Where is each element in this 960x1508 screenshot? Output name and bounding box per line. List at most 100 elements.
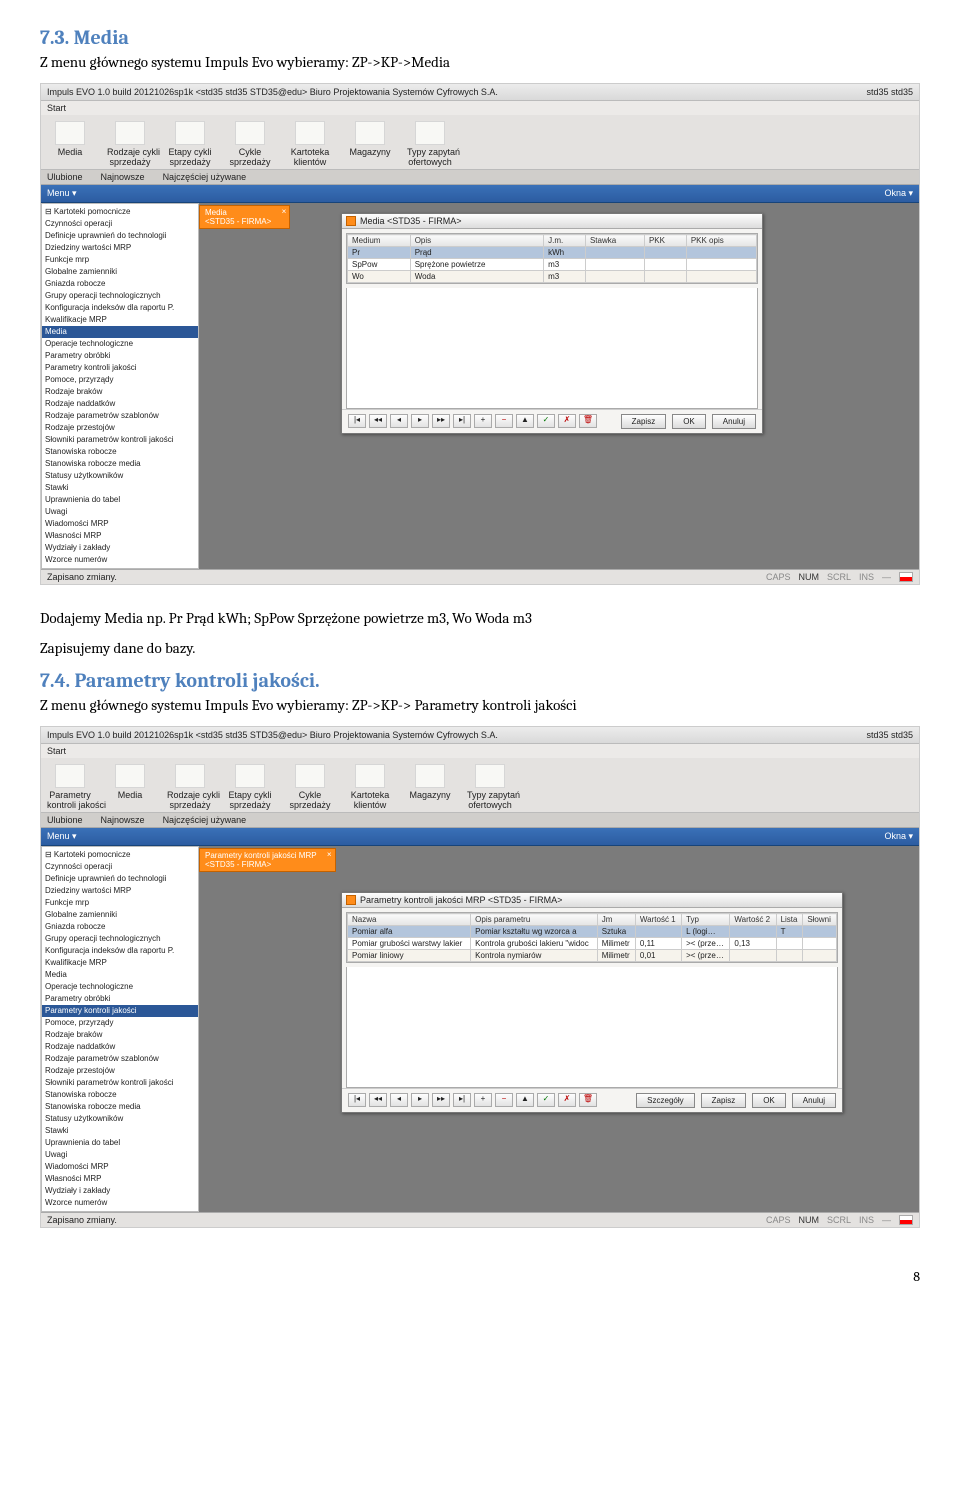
tree-item[interactable]: Rodzaje braków <box>42 1029 198 1041</box>
tree-item[interactable]: Uprawnienia do tabel <box>42 494 198 506</box>
subbar-recent[interactable]: Najnowsze <box>101 815 145 825</box>
tree-item[interactable]: Czynności operacji <box>42 218 198 230</box>
grid-cell[interactable]: Kontrola nymiarów <box>471 950 598 962</box>
subbar-most[interactable]: Najczęściej używane <box>163 815 247 825</box>
subbar-recent[interactable]: Najnowsze <box>101 172 145 182</box>
grid-cell[interactable]: Pomiar kształtu wg wzorca a <box>471 926 598 938</box>
tree-item[interactable]: Uprawnienia do tabel <box>42 1137 198 1149</box>
grid-cell[interactable] <box>803 938 837 950</box>
grid-cell[interactable]: Prąd <box>410 247 543 259</box>
tree-item[interactable]: Kwalifikacje MRP <box>42 957 198 969</box>
grid-column-header[interactable]: Wartość 1 <box>635 914 681 926</box>
grid-cell[interactable]: Sprężone powietrze <box>410 259 543 271</box>
anuluj-button[interactable]: Anuluj <box>712 414 756 429</box>
tree-item[interactable]: Pomoce, przyrządy <box>42 1017 198 1029</box>
grid-cell[interactable]: Milimetr <box>597 950 635 962</box>
grid-cell[interactable] <box>585 259 644 271</box>
grid-cell[interactable] <box>776 950 803 962</box>
grid-cell[interactable] <box>730 950 776 962</box>
record-navigator[interactable]: |◂◂◂◂▸▸▸▸| +−▲ ✓✗🗑 <box>348 1093 597 1108</box>
tree-item[interactable]: Wiadomości MRP <box>42 1161 198 1173</box>
tree-item[interactable]: Parametry kontroli jakości <box>42 362 198 374</box>
tree-item[interactable]: Rodzaje naddatków <box>42 1041 198 1053</box>
grid-column-header[interactable]: PKK opis <box>686 235 756 247</box>
grid-cell[interactable] <box>776 938 803 950</box>
grid-cell[interactable]: >< (prze… <box>682 950 730 962</box>
tree-item[interactable]: Gniazda robocze <box>42 921 198 933</box>
tree-item[interactable]: Dziedziny wartości MRP <box>42 885 198 897</box>
grid-cell[interactable]: T <box>776 926 803 938</box>
grid-cell[interactable] <box>686 271 756 283</box>
ribbon-tab-start[interactable]: Start <box>41 101 919 115</box>
anuluj-button[interactable]: Anuluj <box>792 1093 836 1108</box>
grid-column-header[interactable]: PKK <box>644 235 686 247</box>
grid-column-header[interactable]: J.m. <box>544 235 586 247</box>
ribbon-item[interactable]: Typy zapytań ofertowych <box>407 121 453 167</box>
ribbon-item[interactable]: Cykle sprzedaży <box>227 121 273 167</box>
grid-cell[interactable] <box>686 259 756 271</box>
grid-cell[interactable]: 0,13 <box>730 938 776 950</box>
grid-column-header[interactable]: Jm <box>597 914 635 926</box>
tree-item[interactable]: Rodzaje przestojów <box>42 1065 198 1077</box>
close-icon[interactable]: × <box>282 207 287 216</box>
zapisz-button[interactable]: Zapisz <box>701 1093 747 1108</box>
tree-item[interactable]: Grupy operacji technologicznych <box>42 933 198 945</box>
grid-cell[interactable]: m3 <box>544 259 586 271</box>
tree-item[interactable]: Słowniki parametrów kontroli jakości <box>42 1077 198 1089</box>
grid-cell[interactable]: Pomiar alfa <box>348 926 471 938</box>
subbar-fav[interactable]: Ulubione <box>47 172 83 182</box>
grid-column-header[interactable]: Lista <box>776 914 803 926</box>
document-tab[interactable]: Parametry kontroli jakości MRP <STD35 - … <box>199 848 336 872</box>
tree-item[interactable]: Parametry obróbki <box>42 350 198 362</box>
grid-cell[interactable]: kWh <box>544 247 586 259</box>
tree-item[interactable]: Rodzaje parametrów szablonów <box>42 1053 198 1065</box>
zapisz-button[interactable]: Zapisz <box>621 414 667 429</box>
grid-cell[interactable]: 0,01 <box>635 950 681 962</box>
grid-cell[interactable]: L (logi… <box>682 926 730 938</box>
grid-cell[interactable] <box>730 926 776 938</box>
ribbon-item[interactable]: Typy zapytań ofertowych <box>467 764 513 810</box>
tree-item[interactable]: Globalne zamienniki <box>42 266 198 278</box>
tree-item[interactable]: Czynności operacji <box>42 861 198 873</box>
grid-cell[interactable]: SpPow <box>348 259 411 271</box>
grid-cell[interactable] <box>644 271 686 283</box>
tree-item[interactable]: Rodzaje parametrów szablonów <box>42 410 198 422</box>
tree-item[interactable]: Grupy operacji technologicznych <box>42 290 198 302</box>
tree-item[interactable]: Media <box>42 326 198 338</box>
tree-item[interactable]: Gniazda robocze <box>42 278 198 290</box>
subbar-most[interactable]: Najczęściej używane <box>163 172 247 182</box>
tree-item[interactable]: Definicje uprawnień do technologii <box>42 873 198 885</box>
tree-root[interactable]: ⊟ Kartoteki pomocnicze <box>42 849 198 861</box>
grid-cell[interactable]: Pr <box>348 247 411 259</box>
tree-item[interactable]: Wiadomości MRP <box>42 518 198 530</box>
grid-column-header[interactable]: Nazwa <box>348 914 471 926</box>
ribbon-item[interactable]: Etapy cykli sprzedaży <box>227 764 273 810</box>
tree-item[interactable]: Globalne zamienniki <box>42 909 198 921</box>
grid-cell[interactable] <box>635 926 681 938</box>
ribbon-item[interactable]: Kartoteka klientów <box>287 121 333 167</box>
ribbon-item[interactable]: Parametry kontroli jakości <box>47 764 93 810</box>
table-row[interactable]: Pomiar grubości warstwy lakierKontrola g… <box>348 938 837 950</box>
tree-item[interactable]: Rodzaje naddatków <box>42 398 198 410</box>
nav-tree[interactable]: ⊟ Kartoteki pomocnicze Czynności operacj… <box>41 203 199 569</box>
tree-root[interactable]: ⊟ Kartoteki pomocnicze <box>42 206 198 218</box>
grid-column-header[interactable]: Opis <box>410 235 543 247</box>
tree-item[interactable]: Pomoce, przyrządy <box>42 374 198 386</box>
ribbon-item[interactable]: Media <box>107 764 153 810</box>
grid-column-header[interactable]: Medium <box>348 235 411 247</box>
menu-button[interactable]: Menu ▾ <box>47 188 77 199</box>
close-icon[interactable]: × <box>327 850 332 859</box>
grid-cell[interactable] <box>644 259 686 271</box>
grid-cell[interactable] <box>803 926 837 938</box>
grid-pkj[interactable]: NazwaOpis parametruJmWartość 1TypWartość… <box>346 912 838 963</box>
menu-button[interactable]: Menu ▾ <box>47 831 77 842</box>
tree-item[interactable]: Słowniki parametrów kontroli jakości <box>42 434 198 446</box>
grid-column-header[interactable]: Opis parametru <box>471 914 598 926</box>
record-navigator[interactable]: |◂◂◂◂▸▸▸▸| +−▲ ✓✗🗑 <box>348 414 597 429</box>
table-row[interactable]: Pomiar alfaPomiar kształtu wg wzorca aSz… <box>348 926 837 938</box>
tree-item[interactable]: Konfiguracja indeksów dla raportu P. <box>42 945 198 957</box>
grid-column-header[interactable]: Stawka <box>585 235 644 247</box>
subbar-fav[interactable]: Ulubione <box>47 815 83 825</box>
tree-item[interactable]: Kwalifikacje MRP <box>42 314 198 326</box>
tree-item[interactable]: Wydziały i zakłady <box>42 542 198 554</box>
